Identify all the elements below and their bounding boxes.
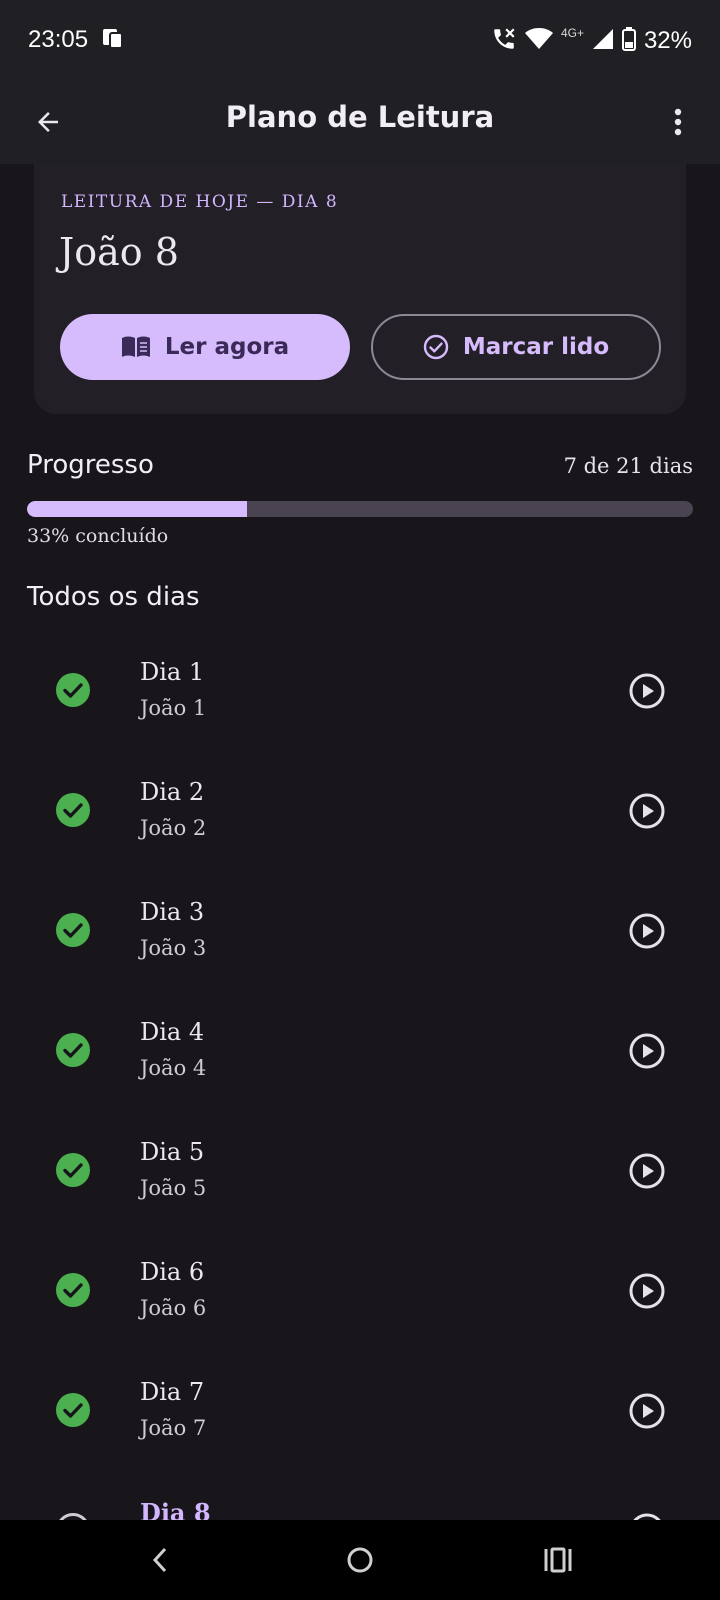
check-circle-icon[interactable] [55, 1392, 91, 1428]
wifi-icon [524, 27, 553, 55]
mark-read-label: Marcar lido [462, 334, 610, 360]
day-name: Dia 2 [140, 778, 205, 806]
today-reading-title: João 8 [59, 230, 179, 274]
play-circle-icon[interactable] [628, 1392, 666, 1430]
today-reading-label: LEITURA DE HOJE — DIA 8 [61, 192, 339, 212]
book-icon [121, 336, 150, 357]
day-name: Dia 6 [140, 1258, 205, 1286]
signal-icon [592, 28, 614, 54]
check-circle-outline-icon [423, 334, 449, 360]
day-reference: João 6 [140, 1296, 207, 1320]
circle-outline-icon[interactable] [55, 1512, 91, 1520]
page-title: Plano de Leitura [225, 100, 495, 134]
progress-caption: 33% concluído [27, 525, 169, 547]
check-circle-icon[interactable] [55, 792, 91, 828]
day-row[interactable]: Dia 3 João 3 [0, 870, 720, 990]
day-row[interactable]: Dia 5 João 5 [0, 1110, 720, 1230]
day-name: Dia 3 [140, 898, 205, 926]
app-bar: Plano de Leitura [0, 82, 720, 164]
notification-app-icon [102, 28, 124, 54]
nav-recents-icon [544, 1547, 572, 1573]
day-reference: João 7 [140, 1416, 207, 1440]
status-icons: 4G+ 32% [491, 26, 692, 56]
day-row[interactable]: Dia 4 João 4 [0, 990, 720, 1110]
day-reference: João 1 [140, 696, 207, 720]
nav-home-button[interactable] [340, 1540, 380, 1580]
read-now-label: Ler agora [164, 334, 290, 360]
play-circle-icon[interactable] [628, 912, 666, 950]
day-name: Dia 7 [140, 1378, 205, 1406]
day-row[interactable]: Dia 8João 8 [0, 1470, 720, 1520]
nav-back-icon [152, 1547, 167, 1573]
day-name: Dia 8 [140, 1498, 211, 1520]
check-circle-icon[interactable] [55, 1152, 91, 1188]
status-time: 23:05 [28, 26, 89, 53]
system-nav-bar [0, 1520, 720, 1600]
status-bar: 23:05 4G+ 32% [0, 0, 720, 82]
progress-bar [27, 501, 693, 517]
progress-bar-fill [27, 501, 247, 517]
progress-count: 7 de 21 dias [563, 454, 693, 478]
nav-back-button[interactable] [140, 1540, 180, 1580]
day-row[interactable]: Dia 7 João 7 [0, 1350, 720, 1470]
check-circle-icon[interactable] [55, 672, 91, 708]
check-circle-icon[interactable] [55, 912, 91, 948]
battery-percent: 32% [643, 27, 692, 54]
day-reference: João 4 [140, 1056, 207, 1080]
play-circle-icon[interactable] [628, 1512, 666, 1520]
day-name: Dia 4 [140, 1018, 205, 1046]
check-circle-icon[interactable] [55, 1032, 91, 1068]
day-reference: João 3 [140, 936, 207, 960]
play-circle-icon[interactable] [628, 672, 666, 710]
day-row[interactable]: Dia 1 João 1 [0, 630, 720, 750]
days-heading: Todos os dias [27, 582, 200, 612]
play-circle-icon[interactable] [628, 1272, 666, 1310]
mark-read-button[interactable]: Marcar lido [371, 314, 661, 380]
nav-recents-button[interactable] [538, 1540, 578, 1580]
network-type: 4G+ [560, 26, 584, 40]
day-name: Dia 5 [140, 1138, 205, 1166]
day-name: Dia 1 [140, 658, 205, 686]
more-options-button[interactable] [666, 102, 690, 142]
today-reading-card: LEITURA DE HOJE — DIA 8 João 8 Ler agora… [34, 164, 686, 414]
read-now-button[interactable]: Ler agora [60, 314, 350, 380]
play-circle-icon[interactable] [628, 1152, 666, 1190]
progress-heading: Progresso [27, 450, 154, 480]
day-reference: João 5 [140, 1176, 207, 1200]
nav-home-icon [347, 1547, 373, 1573]
days-list: Dia 1 João 1 Dia 2 João 2 Dia 3 João 3 Dia 4 Jo… [0, 630, 720, 1520]
battery-icon [621, 27, 636, 55]
play-circle-icon[interactable] [628, 1032, 666, 1070]
day-row[interactable]: Dia 6 João 6 [0, 1230, 720, 1350]
play-circle-icon[interactable] [628, 792, 666, 830]
check-circle-icon[interactable] [55, 1272, 91, 1308]
more-vert-icon [674, 108, 682, 136]
day-reference: João 2 [140, 816, 207, 840]
day-row[interactable]: Dia 2 João 2 [0, 750, 720, 870]
wifi-calling-icon [491, 26, 517, 56]
